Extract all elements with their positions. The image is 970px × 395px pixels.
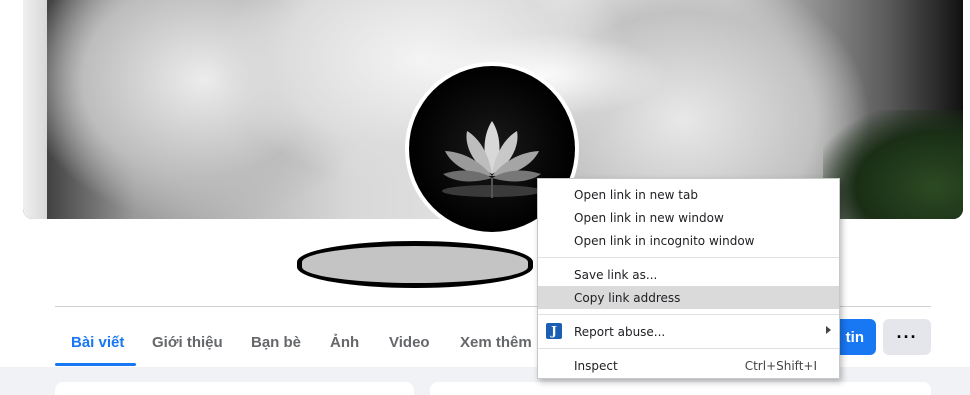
- menu-shortcut: Ctrl+Shift+I: [744, 358, 817, 373]
- tab-photos[interactable]: Ảnh: [314, 318, 375, 366]
- menu-save-link-as[interactable]: Save link as...: [538, 263, 839, 286]
- profile-name-redacted: [297, 241, 533, 288]
- post-composer-card: [430, 382, 931, 395]
- menu-open-new-window[interactable]: Open link in new window: [538, 206, 839, 229]
- tab-more[interactable]: Xem thêm: [444, 318, 548, 366]
- tab-posts[interactable]: Bài viết: [55, 318, 140, 366]
- more-options-button[interactable]: ···: [883, 319, 931, 355]
- menu-separator: [538, 348, 839, 349]
- menu-open-incognito[interactable]: Open link in incognito window: [538, 229, 839, 252]
- menu-item-label: Open link in new tab: [574, 187, 698, 202]
- tab-friends[interactable]: Bạn bè: [235, 318, 317, 366]
- menu-item-label: Save link as...: [574, 267, 658, 282]
- menu-item-label: Open link in new window: [574, 210, 724, 225]
- menu-item-label: Open link in incognito window: [574, 233, 755, 248]
- tab-videos[interactable]: Video: [373, 318, 446, 366]
- menu-open-new-tab[interactable]: Open link in new tab: [538, 183, 839, 206]
- menu-separator: [538, 257, 839, 258]
- intro-card: [55, 382, 414, 395]
- cover-shade: [23, 0, 47, 219]
- submenu-arrow-icon: [826, 326, 831, 334]
- tab-about[interactable]: Giới thiệu: [136, 318, 239, 366]
- menu-inspect[interactable]: Inspect Ctrl+Shift+I: [538, 354, 839, 377]
- menu-report-abuse[interactable]: J Report abuse...: [538, 320, 839, 343]
- menu-copy-link-address[interactable]: Copy link address: [538, 286, 839, 309]
- extension-j-icon: J: [546, 323, 562, 339]
- menu-item-label: Inspect: [574, 358, 618, 373]
- menu-item-label: Report abuse...: [574, 324, 666, 339]
- active-tab-indicator: [55, 363, 136, 366]
- cover-leaf: [823, 110, 963, 219]
- menu-item-label: Copy link address: [574, 290, 681, 305]
- menu-separator: [538, 314, 839, 315]
- context-menu: Open link in new tab Open link in new wi…: [537, 178, 840, 379]
